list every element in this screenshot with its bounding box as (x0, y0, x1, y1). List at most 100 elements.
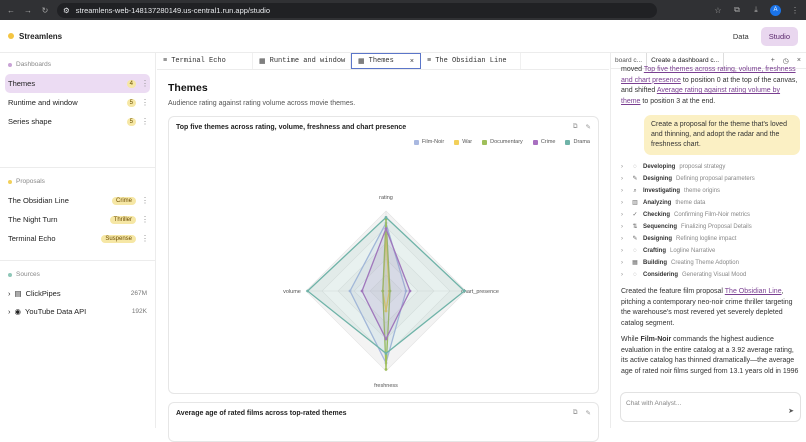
tab-themes[interactable]: ▦ Themes × (351, 53, 421, 69)
chart-title: Top five themes across rating, volume, f… (176, 124, 407, 131)
brand-logo-icon (8, 33, 14, 39)
plus-icon[interactable]: + (771, 57, 775, 65)
chevron-right-icon[interactable]: › (621, 210, 627, 221)
history-icon[interactable]: ◷ (783, 57, 789, 65)
radar-point[interactable] (463, 289, 466, 293)
radar-point[interactable] (384, 368, 388, 371)
step-verb: Crafting (643, 247, 666, 254)
extensions-icon[interactable]: ⧉ (732, 5, 742, 15)
chevron-right-icon[interactable]: › (621, 222, 627, 233)
site-settings-icon[interactable]: ⚙ (63, 6, 70, 15)
page-subtitle: Audience rating against rating volume ac… (168, 100, 356, 107)
chevron-right-icon[interactable]: › (621, 174, 627, 185)
source-clickpipes[interactable]: › ▤ ClickPipes 267M (5, 284, 150, 302)
tab-terminal-echo[interactable]: ≡ Terminal Echo (157, 53, 253, 69)
agent-step[interactable]: › ✎ Designing Refining logline impact (621, 233, 800, 245)
agent-step[interactable]: › ✎ Designing Defining proposal parameters (621, 173, 800, 185)
radar-series-drama[interactable] (306, 216, 466, 355)
legend-item[interactable]: Documentary (482, 139, 523, 145)
forward-icon[interactable]: → (23, 6, 33, 15)
browser-menu-icon[interactable]: ⋮ (790, 6, 800, 15)
legend-swatch (532, 139, 538, 145)
tab-runtime[interactable]: ▦ Runtime and window (253, 53, 351, 69)
copy-icon[interactable]: ⧉ (573, 123, 578, 131)
source-youtube[interactable]: › ◉ YouTube Data API 192K (5, 302, 150, 320)
document-icon: ≡ (427, 57, 432, 65)
more-icon[interactable]: ⋮ (141, 98, 149, 107)
sidebar-item-series-shape[interactable]: Series shape 5 ⋮ (5, 112, 150, 131)
database-icon: ▤ (14, 288, 22, 298)
reload-icon[interactable]: ↻ (40, 6, 50, 15)
copy-icon[interactable]: ⧉ (573, 409, 578, 417)
bookmark-star-icon[interactable]: ☆ (713, 6, 723, 15)
data-button[interactable]: Data (725, 27, 757, 46)
step-detail: Logline Narrative (670, 247, 716, 254)
back-icon[interactable]: ← (6, 6, 16, 15)
divider (0, 260, 155, 261)
source-label: ClickPipes (25, 288, 61, 298)
more-icon[interactable]: ⋮ (141, 215, 149, 224)
agent-step[interactable]: › ▥ Analyzing theme data (621, 197, 800, 209)
agent-step[interactable]: › ◌ Crafting Logline Narrative (621, 245, 800, 257)
chevron-right-icon[interactable]: › (8, 289, 11, 298)
chevron-right-icon[interactable]: › (621, 246, 627, 257)
step-verb: Considering (643, 271, 679, 278)
legend-item[interactable]: Drama (565, 139, 590, 145)
chevron-right-icon[interactable]: › (621, 270, 627, 281)
chat-input[interactable]: Chat with Analyst... ➤ (620, 392, 801, 422)
legend-item[interactable]: War (454, 139, 472, 145)
assistant-message: While Film-Noir commands the highest aud… (621, 336, 799, 375)
address-bar[interactable]: ⚙ streamlens-web-148137280149.us-central… (57, 2, 657, 18)
radar-chart-card: Top five themes across rating, volume, f… (168, 116, 599, 394)
sources-dot-icon (8, 272, 12, 277)
agent-step[interactable]: › ✓ Checking Confirming Film-Noir metrics (621, 209, 800, 221)
tab-obsidian-line[interactable]: ≡ The Obsidian Line (421, 53, 521, 69)
chevron-right-icon[interactable]: › (8, 307, 11, 316)
radar-point[interactable] (384, 216, 388, 219)
chevron-right-icon[interactable]: › (621, 258, 627, 269)
genre-tag: Suspense (101, 234, 136, 243)
agent-step[interactable]: › ▦ Building Creating Theme Adoption (621, 257, 800, 269)
divider (0, 167, 155, 168)
brand[interactable]: Streamlens (8, 32, 62, 41)
chevron-right-icon[interactable]: › (621, 234, 627, 245)
close-icon[interactable]: × (797, 57, 801, 65)
user-message: Create a proposal for the theme that's l… (644, 115, 800, 155)
sidebar-item-obsidian-line[interactable]: The Obsidian Line Crime ⋮ (5, 191, 150, 210)
chevron-right-icon[interactable]: › (621, 162, 627, 173)
step-detail: Defining proposal parameters (676, 175, 755, 182)
chat-tab-previous[interactable]: board c... (611, 57, 646, 64)
radar-point[interactable] (306, 289, 309, 293)
chevron-right-icon[interactable]: › (621, 186, 627, 197)
proposal-link[interactable]: The Obsidian Line (725, 288, 782, 295)
more-icon[interactable]: ⋮ (141, 196, 149, 205)
chevron-right-icon[interactable]: › (621, 198, 627, 209)
studio-button[interactable]: Studio (760, 26, 798, 46)
legend-label: Crime (540, 139, 556, 145)
step-verb: Designing (643, 235, 673, 242)
radar-point[interactable] (384, 352, 388, 355)
sidebar-item-night-turn[interactable]: The Night Turn Thriller ⋮ (5, 210, 150, 229)
edit-icon[interactable]: ✎ (586, 123, 591, 131)
step-detail: Confirming Film-Noir metrics (674, 211, 751, 218)
more-icon[interactable]: ⋮ (141, 234, 149, 243)
agent-step[interactable]: › ◌ Considering Generating Visual Mood (621, 269, 800, 281)
more-icon[interactable]: ⋮ (141, 79, 149, 88)
agent-step[interactable]: › ◌ Developing proposal strategy (621, 161, 800, 173)
chart-legend: Film-Noir War Documentary Crime Drama (413, 139, 590, 145)
step-detail: Refining logline impact (676, 235, 737, 242)
legend-item[interactable]: Crime (532, 139, 556, 145)
download-icon[interactable]: ⤓ (751, 5, 761, 15)
agent-step[interactable]: › ⇅ Sequencing Finalizing Proposal Details (621, 221, 800, 233)
sidebar-item-terminal-echo[interactable]: Terminal Echo Suspense ⋮ (5, 229, 150, 248)
close-icon[interactable]: × (410, 58, 414, 65)
more-icon[interactable]: ⋮ (141, 117, 149, 126)
edit-icon[interactable]: ✎ (586, 409, 591, 417)
agent-step[interactable]: › ⌕ Investigating theme origins (621, 185, 800, 197)
source-size: 192K (131, 307, 147, 315)
avatar[interactable]: A (770, 4, 781, 16)
sidebar-item-runtime[interactable]: Runtime and window 5 ⋮ (5, 93, 150, 112)
legend-item[interactable]: Film-Noir (413, 139, 444, 145)
send-icon[interactable]: ➤ (788, 407, 794, 415)
sidebar-item-themes[interactable]: Themes 4 ⋮ (5, 74, 150, 93)
